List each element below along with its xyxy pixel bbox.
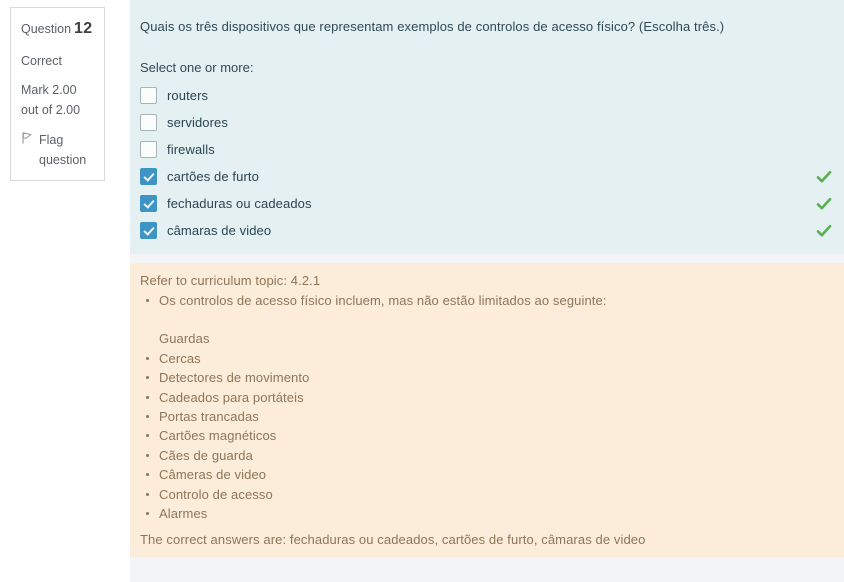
green-check-icon [815, 195, 833, 213]
feedback-list-item: Cartões magnéticos [140, 426, 607, 445]
feedback-list-item: Detectores de movimento [140, 368, 607, 387]
answer-option-label: cartões de furto [167, 169, 259, 184]
flag-icon [21, 131, 34, 145]
answer-option-row[interactable]: routers [140, 82, 844, 109]
feedback-list-item: Portas trancadas [140, 407, 607, 426]
answer-option-row[interactable]: firewalls [140, 136, 844, 163]
question-status: Correct [21, 53, 62, 68]
question-word-label: Question [21, 22, 72, 36]
answer-option-row[interactable]: câmaras de video [140, 217, 844, 244]
answer-option-label: routers [167, 88, 209, 103]
feedback-list-item: Cadeados para portáteis [140, 388, 607, 407]
feedback-list-item: Cães de guarda [140, 446, 607, 465]
feedback-list-item: Alarmes [140, 504, 607, 523]
answer-checkbox[interactable] [140, 87, 157, 104]
question-number-row: Question 12 [21, 16, 94, 42]
answer-option-label: firewalls [167, 142, 215, 157]
feedback-list-item: Os controlos de acesso físico incluem, m… [140, 291, 607, 310]
quiz-review-page: Question 12 Correct Mark 2.00 out of 2.00… [0, 0, 844, 582]
question-info-box: Question 12 Correct Mark 2.00 out of 2.00… [10, 7, 105, 182]
feedback-list: Os controlos de acesso físico incluem, m… [140, 291, 607, 523]
answer-option-row[interactable]: cartões de furto [140, 163, 844, 190]
green-check-icon [815, 222, 833, 240]
feedback-list-item: Câmeras de video [140, 465, 607, 484]
answer-checkbox[interactable] [140, 168, 157, 185]
feedback-list-item: Guardas [159, 331, 210, 347]
feedback-list-item: Cercas [140, 349, 607, 368]
feedback-panel: Refer to curriculum topic: 4.2.1 Os cont… [130, 263, 844, 557]
question-mark: Mark 2.00 out of 2.00 [21, 83, 81, 118]
question-text: Quais os três dispositivos que represent… [140, 19, 725, 34]
answer-option-row[interactable]: fechaduras ou cadeados [140, 190, 844, 217]
answer-option-label: servidores [167, 115, 228, 130]
question-panel: Quais os três dispositivos que represent… [130, 0, 844, 254]
green-check-icon [815, 168, 833, 186]
feedback-spacer [140, 310, 607, 329]
select-instruction: Select one or more: [140, 60, 254, 75]
feedback-list-item: Controlo de acesso [140, 485, 607, 504]
answer-checkbox[interactable] [140, 141, 157, 158]
answer-checkbox[interactable] [140, 195, 157, 212]
answer-option-label: fechaduras ou cadeados [167, 196, 312, 211]
answer-checkbox[interactable] [140, 222, 157, 239]
answer-options-list: routers servidores firewalls cartões de fur… [140, 82, 844, 244]
correct-answers-text: The correct answers are: fechaduras ou c… [140, 532, 646, 547]
question-number: 12 [74, 20, 93, 37]
panel-divider [130, 254, 844, 263]
flag-question-button[interactable]: Flag question [21, 130, 94, 171]
curriculum-topic: Refer to curriculum topic: 4.2.1 [140, 273, 321, 288]
answer-option-row[interactable]: servidores [140, 109, 844, 136]
flag-question-label: Flag question [39, 132, 87, 167]
bottom-strip [130, 557, 844, 582]
answer-checkbox[interactable] [140, 114, 157, 131]
answer-option-label: câmaras de video [167, 223, 272, 238]
